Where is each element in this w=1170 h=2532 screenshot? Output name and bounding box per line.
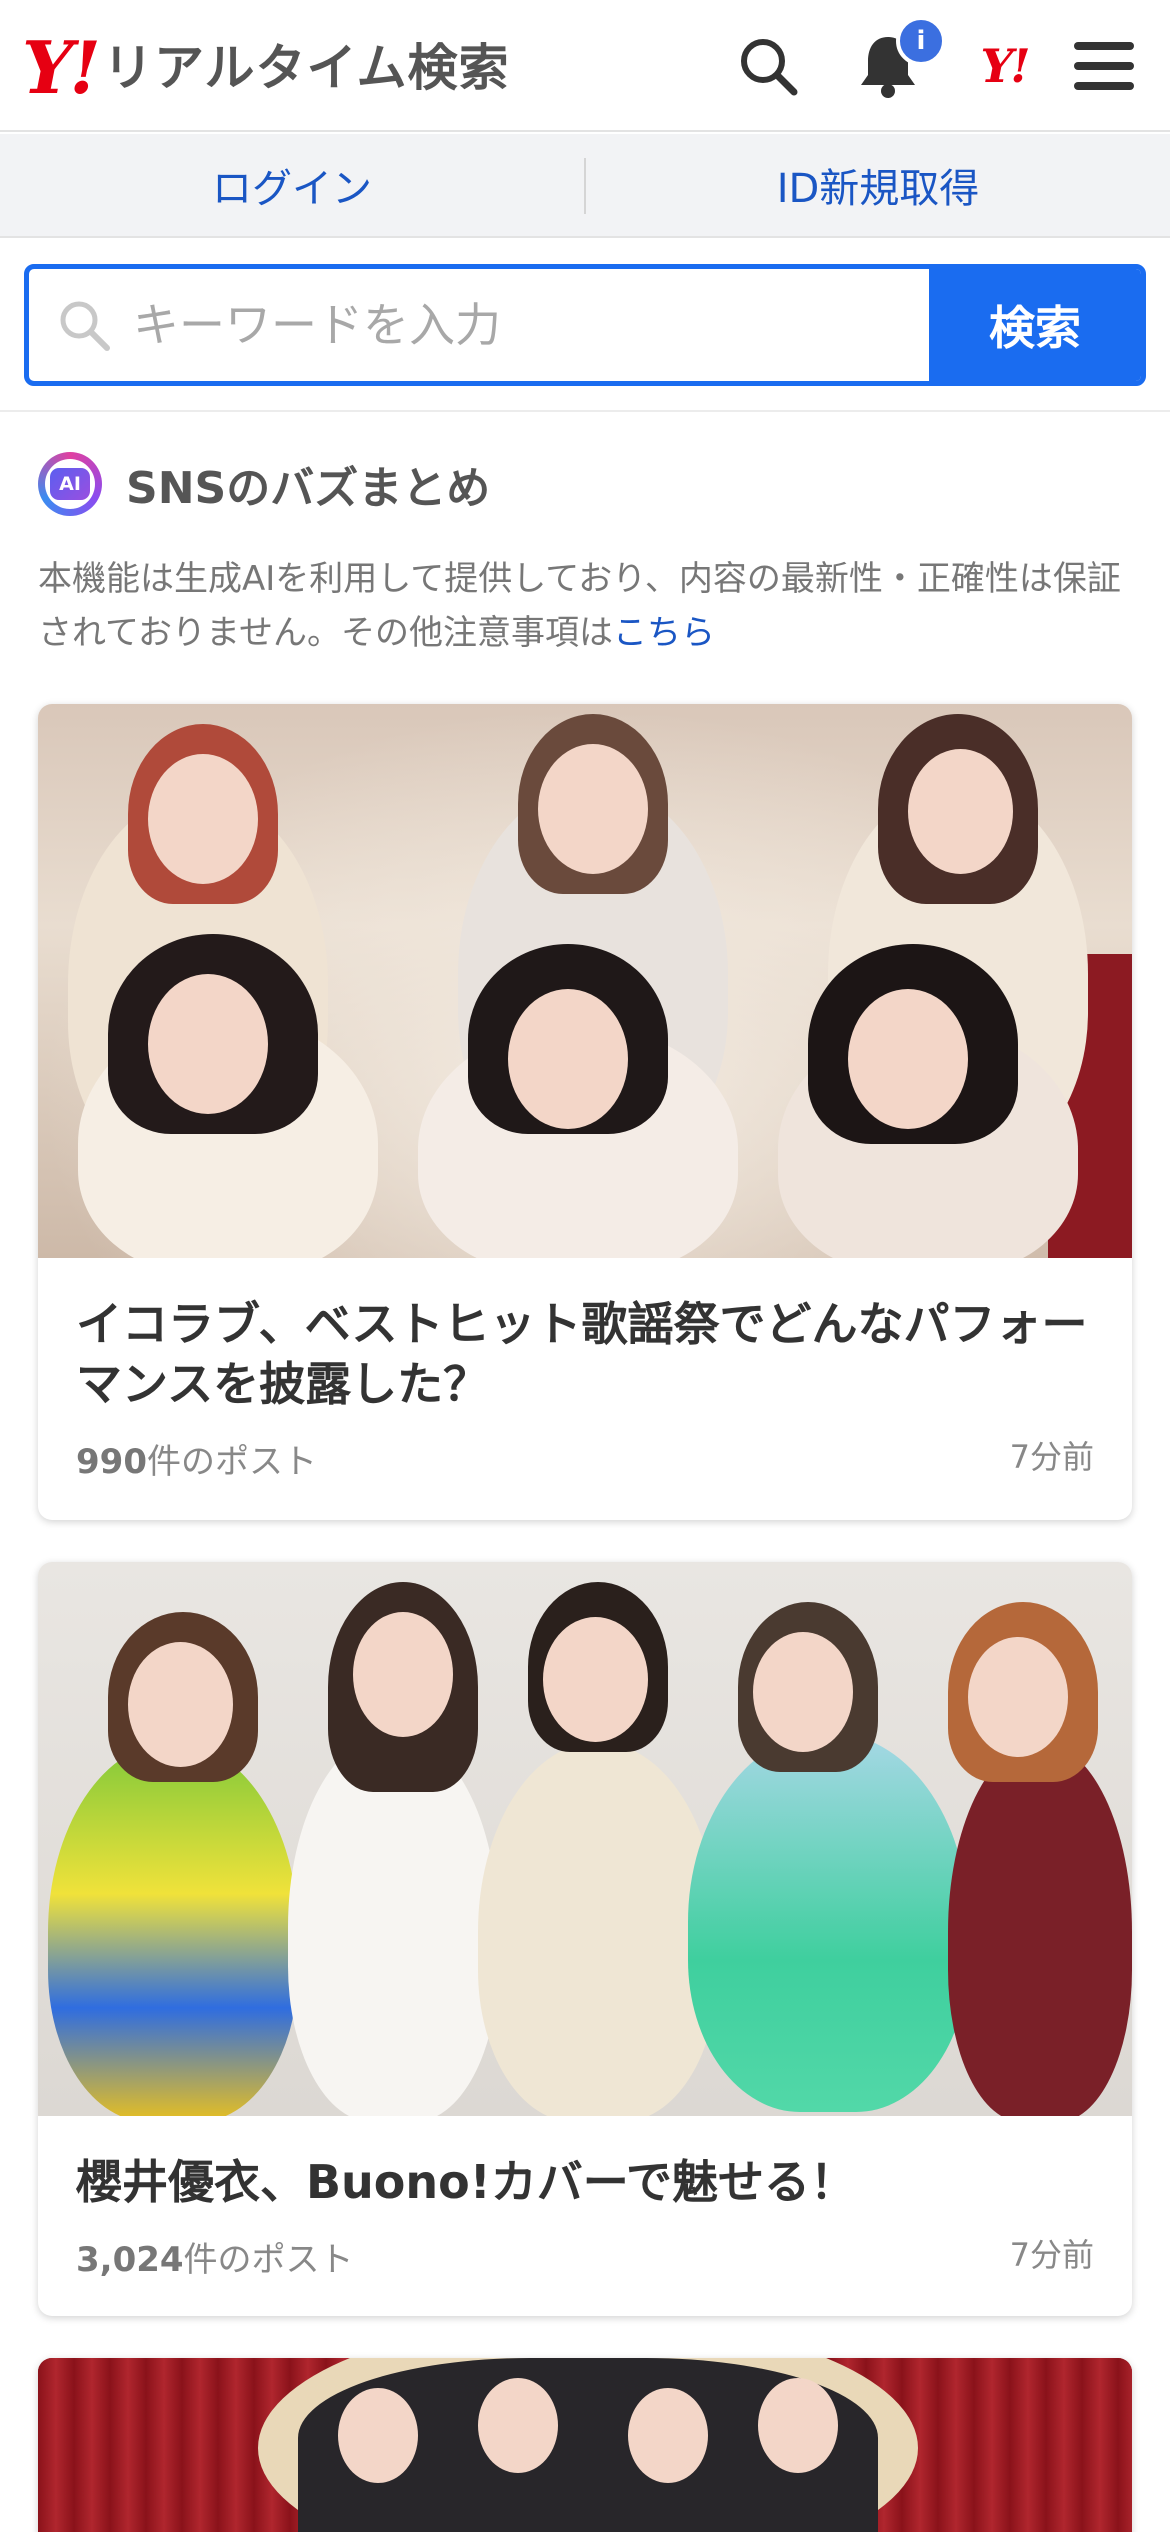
card-image xyxy=(38,704,1132,1258)
yahoo-small-text: Y! xyxy=(980,39,1030,93)
disclaimer-text: 本機能は生成AIを利用して提供しており、内容の最新性・正確性は保証されておりませ… xyxy=(38,559,1121,653)
card-timestamp: 7分前 xyxy=(1009,1438,1094,1476)
card-image xyxy=(38,2358,1132,2532)
yahoo-realtime-logo[interactable]: Y! リアルタイム検索 xyxy=(22,28,510,108)
post-count: 3,024件のポスト xyxy=(76,2232,354,2281)
search-field-icon xyxy=(60,301,110,351)
card-image xyxy=(38,1562,1132,2116)
disclaimer: 本機能は生成AIを利用して提供しており、内容の最新性・正確性は保証されておりませ… xyxy=(38,552,1138,660)
post-count: 990件のポスト xyxy=(76,1434,317,1483)
post-count-number: 990 xyxy=(76,1442,147,1482)
buzz-card[interactable]: 櫻井優衣、Buono!カバーで魅せる！ 3,024件のポスト 7分前 xyxy=(38,1562,1132,2316)
ai-badge-label: AI xyxy=(50,468,90,500)
sns-section-header: AI SNSのバズまとめ xyxy=(38,452,490,516)
ai-icon: AI xyxy=(38,452,102,516)
section-title: SNSのバズまとめ xyxy=(126,463,491,514)
disclaimer-link[interactable]: こちら xyxy=(613,613,715,653)
search-bar: 検索 xyxy=(24,264,1146,386)
section-divider xyxy=(0,410,1170,412)
post-count-suffix: 件のポスト xyxy=(146,1442,317,1482)
post-count-suffix: 件のポスト xyxy=(183,2240,354,2280)
buzz-card[interactable]: イコラブ、ベストヒット歌謡祭でどんなパフォーマンスを披露した？ 990件のポスト… xyxy=(38,704,1132,1520)
login-link[interactable]: ログイン xyxy=(0,134,584,236)
post-count-number: 3,024 xyxy=(76,2240,184,2280)
card-title[interactable]: 櫻井優衣、Buono!カバーで魅せる！ xyxy=(76,2152,1096,2212)
menu-icon[interactable] xyxy=(1068,30,1140,102)
search-field[interactable] xyxy=(29,269,929,381)
search-button[interactable]: 検索 xyxy=(929,269,1141,381)
logo-text: リアルタイム検索 xyxy=(103,39,510,97)
buzz-card[interactable] xyxy=(38,2358,1132,2532)
yahoo-logo-mark: Y! xyxy=(22,25,101,110)
notification-badge[interactable]: i xyxy=(896,16,946,66)
header: Y! リアルタイム検索 i Y! xyxy=(0,0,1170,132)
card-timestamp: 7分前 xyxy=(1009,2236,1094,2274)
yahoo-logo-icon[interactable]: Y! xyxy=(968,30,1040,102)
auth-bar: ログイン ID新規取得 xyxy=(0,134,1170,238)
search-input[interactable] xyxy=(133,298,893,352)
search-icon[interactable] xyxy=(732,30,804,102)
card-title[interactable]: イコラブ、ベストヒット歌謡祭でどんなパフォーマンスを披露した？ xyxy=(76,1294,1096,1414)
signup-link[interactable]: ID新規取得 xyxy=(586,134,1170,236)
